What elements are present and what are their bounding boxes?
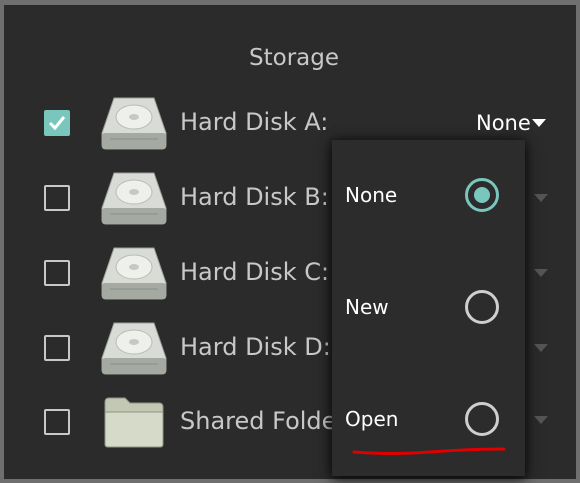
hard-disk-a-label: Hard Disk A: bbox=[180, 108, 329, 136]
hard-disk-icon bbox=[101, 247, 167, 300]
shared-folder-label: Shared Folde bbox=[180, 407, 337, 435]
hard-disk-icon bbox=[101, 172, 167, 225]
menu-option-none[interactable]: None bbox=[332, 165, 525, 225]
annotation-underline bbox=[352, 447, 506, 455]
hard-disk-a-checkbox[interactable] bbox=[44, 110, 70, 136]
radio-unselected-icon[interactable] bbox=[465, 402, 499, 436]
hard-disk-d-label: Hard Disk D: bbox=[180, 333, 331, 361]
menu-option-new[interactable]: New bbox=[332, 277, 525, 337]
dropdown-arrow-icon[interactable] bbox=[534, 416, 548, 424]
dropdown-arrow-icon[interactable] bbox=[534, 344, 548, 352]
menu-option-label: Open bbox=[345, 407, 399, 431]
folder-icon bbox=[104, 397, 164, 448]
checkmark-icon bbox=[48, 116, 66, 131]
hard-disk-b-checkbox[interactable] bbox=[44, 185, 70, 211]
hard-disk-b-label: Hard Disk B: bbox=[180, 183, 329, 211]
dropdown-arrow-icon[interactable] bbox=[534, 269, 548, 277]
menu-option-label: New bbox=[345, 295, 389, 319]
section-title: Storage bbox=[249, 45, 339, 71]
radio-unselected-icon[interactable] bbox=[465, 290, 499, 324]
hard-disk-icon bbox=[101, 97, 167, 150]
hard-disk-c-checkbox[interactable] bbox=[44, 260, 70, 286]
hard-disk-a-value[interactable]: None bbox=[476, 111, 531, 135]
radio-selected-icon[interactable] bbox=[465, 178, 499, 212]
menu-option-label: None bbox=[345, 183, 398, 207]
hard-disk-d-checkbox[interactable] bbox=[44, 335, 70, 361]
hard-disk-c-label: Hard Disk C: bbox=[180, 258, 330, 286]
hard-disk-icon bbox=[101, 322, 167, 375]
storage-mode-dropdown-menu: None New Open bbox=[332, 140, 525, 476]
dropdown-arrow-icon[interactable] bbox=[532, 119, 546, 127]
shared-folder-checkbox[interactable] bbox=[44, 409, 70, 435]
dropdown-arrow-icon[interactable] bbox=[534, 194, 548, 202]
